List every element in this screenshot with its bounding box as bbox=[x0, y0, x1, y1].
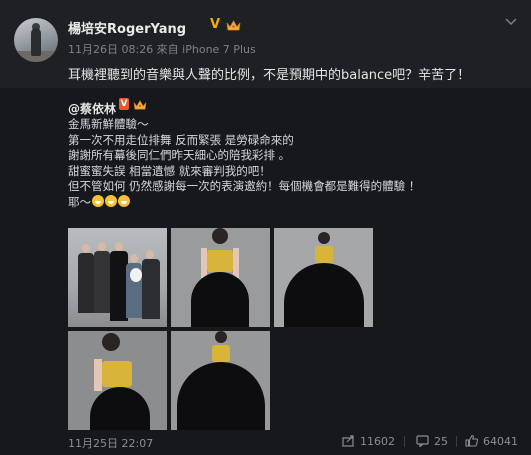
repost-line-last: 耶～ bbox=[68, 194, 420, 211]
photo-thumbnail[interactable] bbox=[68, 331, 167, 430]
divider bbox=[456, 436, 457, 447]
repost-text: 金馬新鮮體驗～ 第一次不用走位排舞 反而緊張 是勞碌命來的 謝謝所有幕後同仁們昨… bbox=[68, 117, 420, 211]
repost-line: 甜蜜蜜失誤 相當遺憾 就來審判我的吧！ bbox=[68, 163, 271, 178]
post-meta: 11月26日 08:26 來自 iPhone 7 Plus bbox=[68, 43, 256, 56]
repost-line: 金馬新鮮體驗～ bbox=[68, 117, 149, 131]
crown-icon bbox=[226, 20, 241, 31]
chevron-down-icon[interactable] bbox=[505, 18, 517, 26]
repost-line: 謝謝所有幕後同仁們昨天細心的陪我彩排 。 bbox=[68, 148, 291, 163]
post-text: 耳機裡聽到的音樂與人聲的比例，不是預期中的balance吧？辛苦了！ bbox=[68, 68, 471, 83]
repost-line: 耶～ bbox=[68, 194, 91, 209]
photo-thumbnail[interactable] bbox=[274, 228, 373, 327]
repost-timestamp[interactable]: 11月25日 22:07 bbox=[68, 435, 153, 451]
crown-icon bbox=[133, 100, 147, 110]
repost-block: @蔡依林 V 金馬新鮮體驗～ 第一次不用走位排舞 反而緊張 是勞碌命來的 謝謝所… bbox=[0, 88, 531, 455]
repost-verified-badge: V bbox=[119, 98, 129, 110]
weibo-post-card: 楊培安RogerYang V 11月26日 08:26 來自 iPhone 7 … bbox=[0, 0, 531, 455]
photo-thumbnail[interactable] bbox=[171, 331, 270, 430]
comment-count[interactable]: 25 bbox=[434, 435, 448, 448]
share-icon[interactable] bbox=[342, 435, 355, 447]
like-count[interactable]: 64041 bbox=[483, 435, 518, 448]
photo-thumbnail[interactable] bbox=[171, 228, 270, 327]
grin-emoji-icon bbox=[105, 194, 117, 207]
grin-emoji-icon bbox=[118, 194, 130, 207]
share-count[interactable]: 11602 bbox=[360, 435, 395, 448]
avatar[interactable] bbox=[14, 18, 58, 62]
like-icon[interactable] bbox=[465, 434, 478, 447]
photo-thumbnail[interactable] bbox=[68, 228, 167, 327]
repost-line: 第一次不用走位排舞 反而緊張 是勞碌命來的 bbox=[68, 132, 294, 147]
repost-author[interactable]: @蔡依林 bbox=[68, 100, 116, 117]
comment-icon[interactable] bbox=[416, 435, 429, 447]
post-author[interactable]: 楊培安RogerYang bbox=[68, 18, 186, 37]
repost-line: 但不管如何 仍然感謝每一次的表演邀約！每個機會都是難得的體驗 ！ bbox=[68, 179, 421, 194]
verified-badge: V bbox=[210, 17, 221, 32]
grin-emoji-icon bbox=[92, 194, 104, 207]
divider bbox=[404, 436, 405, 447]
